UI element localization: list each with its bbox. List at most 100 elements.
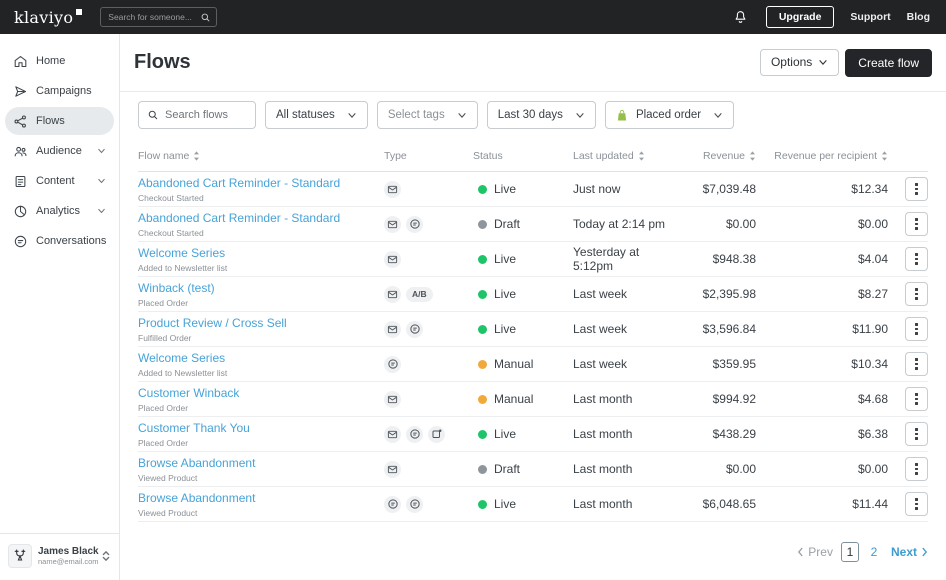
- support-link[interactable]: Support: [850, 11, 890, 23]
- flow-name-link[interactable]: Welcome Series: [138, 352, 225, 366]
- kebab-menu-button[interactable]: [905, 282, 928, 306]
- flow-name-cell: Product Review / Cross Sell Fulfilled Or…: [138, 314, 384, 343]
- sort-icon[interactable]: [749, 150, 756, 161]
- status-label: Manual: [494, 357, 534, 371]
- notifications-bell-icon[interactable]: [731, 7, 750, 27]
- conversations-icon: [13, 234, 28, 249]
- status-dot: [478, 394, 487, 404]
- account-switcher[interactable]: James Black name@email.com: [0, 533, 119, 580]
- create-flow-button[interactable]: Create flow: [845, 48, 932, 77]
- chevron-down-icon: [819, 59, 828, 65]
- table-row: Customer Winback Placed Order Manual Las…: [138, 382, 928, 417]
- kebab-menu-button[interactable]: [905, 352, 928, 376]
- last-updated-cell: Last month: [573, 427, 633, 441]
- chevron-down-icon: [97, 148, 106, 154]
- sidebar-item-campaigns[interactable]: Campaigns: [5, 77, 114, 105]
- blog-link[interactable]: Blog: [907, 11, 930, 23]
- kebab-menu-button[interactable]: [905, 317, 928, 341]
- revenue-per-recipient-cell: $12.34: [851, 182, 888, 196]
- flow-name-link[interactable]: Winback (test): [138, 282, 215, 296]
- revenue-per-recipient-cell: $11.90: [852, 322, 888, 336]
- sidebar-item-flows[interactable]: Flows: [5, 107, 114, 135]
- conversion-metric-dropdown[interactable]: Placed order: [604, 101, 735, 129]
- tags-filter-dropdown[interactable]: Select tags: [376, 101, 478, 129]
- page-button-2[interactable]: 2: [865, 542, 883, 562]
- kebab-menu-button[interactable]: [905, 457, 928, 481]
- column-header-label: Last updated: [573, 149, 634, 162]
- sort-icon[interactable]: [193, 150, 200, 161]
- flow-status-cell: Draft: [473, 462, 573, 476]
- sidebar-item-home[interactable]: Home: [5, 47, 114, 75]
- sms-icon: [406, 320, 423, 338]
- kebab-menu-button[interactable]: [905, 492, 928, 516]
- kebab-menu-button[interactable]: [905, 422, 928, 446]
- column-header-last-updated[interactable]: Last updated: [573, 150, 673, 162]
- last-updated-cell: Today at 2:14 pm: [573, 217, 666, 231]
- column-header-flow-name[interactable]: Flow name: [138, 150, 384, 162]
- sidebar-item-content[interactable]: Content: [5, 167, 114, 195]
- flow-name-link[interactable]: Customer Thank You: [138, 422, 250, 436]
- sms-icon: [406, 215, 423, 233]
- flow-name-link[interactable]: Browse Abandonment: [138, 492, 255, 506]
- options-button[interactable]: Options: [759, 48, 840, 76]
- revenue-cell: $948.38: [712, 252, 756, 266]
- flow-name-link[interactable]: Product Review / Cross Sell: [138, 317, 287, 331]
- global-search[interactable]: [100, 7, 218, 27]
- klaviyo-logo[interactable]: klaviyo: [14, 8, 83, 27]
- flow-trigger: Viewed Product: [138, 507, 198, 518]
- column-header-revenue-per-recipient[interactable]: Revenue per recipient: [756, 150, 888, 162]
- next-page-button[interactable]: Next: [891, 545, 928, 559]
- flow-name-link[interactable]: Welcome Series: [138, 247, 225, 261]
- column-header-label: Revenue: [702, 149, 745, 162]
- kebab-menu-button[interactable]: [905, 247, 928, 271]
- kebab-menu-button[interactable]: [905, 177, 928, 201]
- search-icon: [200, 12, 211, 23]
- revenue-cell: $0.00: [725, 217, 756, 231]
- row-actions-cell: [888, 282, 928, 306]
- sidebar-item-label: Home: [36, 55, 66, 67]
- status-filter-dropdown[interactable]: All statuses: [265, 101, 368, 129]
- sidebar-item-audience[interactable]: Audience: [5, 137, 114, 165]
- page-button-1[interactable]: 1: [840, 542, 859, 562]
- revenue-per-recipient-cell: $4.04: [857, 252, 888, 266]
- flow-name-link[interactable]: Customer Winback: [138, 387, 239, 401]
- account-switcher-caret-icon[interactable]: [99, 548, 113, 564]
- last-updated-cell: Yesterday at 5:12pm: [573, 245, 640, 273]
- flow-name-link[interactable]: Abandoned Cart Reminder - Standard: [138, 212, 340, 226]
- search-icon: [147, 109, 159, 121]
- sms-icon: [406, 495, 423, 513]
- upgrade-button[interactable]: Upgrade: [765, 6, 835, 28]
- search-flows-field[interactable]: [138, 101, 256, 129]
- sms-icon: [384, 495, 401, 513]
- column-header-revenue[interactable]: Revenue: [673, 150, 756, 162]
- sms-icon: [406, 425, 423, 443]
- revenue-cell: $2,395.98: [702, 287, 756, 301]
- flow-name-cell: Welcome Series Added to Newsletter list: [138, 244, 384, 273]
- status-dot: [478, 289, 487, 299]
- row-actions-cell: [888, 422, 928, 446]
- row-actions-cell: [888, 352, 928, 376]
- sort-icon[interactable]: [881, 150, 888, 161]
- kebab-menu-button[interactable]: [905, 387, 928, 411]
- flow-name-link[interactable]: Browse Abandonment: [138, 457, 255, 471]
- flow-name-cell: Browse Abandonment Viewed Product: [138, 489, 384, 518]
- flow-status-cell: Live: [473, 252, 573, 266]
- status-label: Live: [494, 427, 517, 441]
- sidebar-item-label: Flows: [36, 115, 65, 127]
- klaviyo-logo-flag-icon: [76, 8, 83, 15]
- column-header-label: Flow name: [138, 149, 190, 162]
- kebab-menu-button[interactable]: [905, 212, 928, 236]
- global-search-input[interactable]: [108, 12, 201, 22]
- prev-page-button[interactable]: Prev: [797, 545, 833, 559]
- date-range-dropdown[interactable]: Last 30 days: [486, 101, 596, 129]
- column-header-status: Status: [473, 150, 573, 162]
- chevron-down-icon: [575, 112, 585, 119]
- options-button-label: Options: [770, 55, 813, 69]
- page-number-list: 12: [840, 542, 883, 562]
- search-flows-input[interactable]: [165, 109, 247, 121]
- sidebar-item-analytics[interactable]: Analytics: [5, 197, 114, 225]
- flows-table-body: Abandoned Cart Reminder - Standard Check…: [138, 172, 928, 522]
- sidebar-item-conversations[interactable]: Conversations: [5, 227, 114, 255]
- flow-name-link[interactable]: Abandoned Cart Reminder - Standard: [138, 177, 340, 191]
- sort-icon[interactable]: [638, 150, 645, 161]
